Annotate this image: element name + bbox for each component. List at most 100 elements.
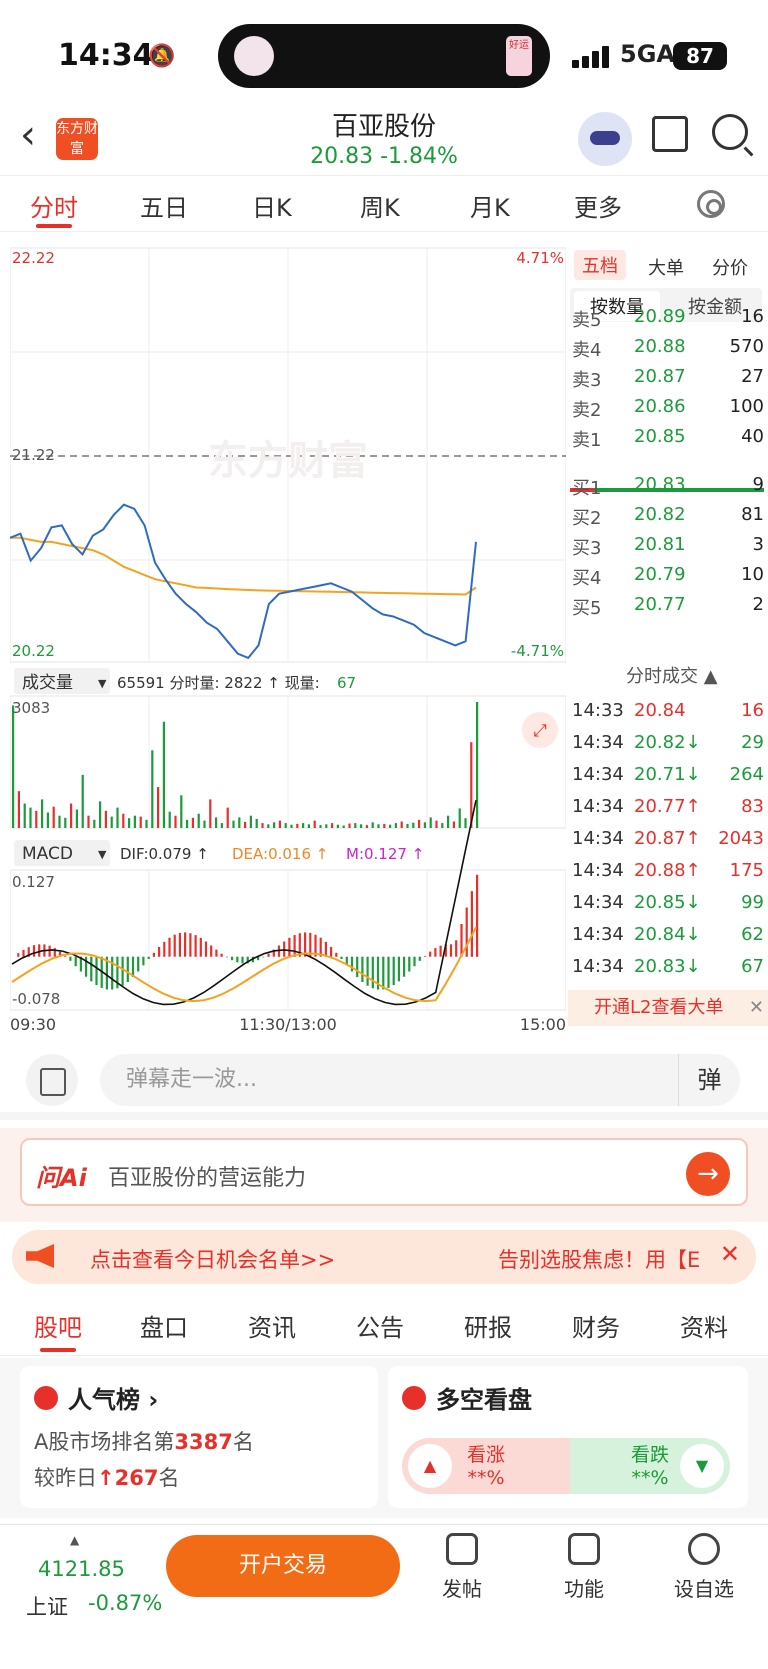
volume-bar: [157, 787, 160, 828]
volume-bar: [215, 817, 218, 828]
tab-weekly-k[interactable]: 周K: [360, 188, 400, 223]
macd-bar: [64, 955, 67, 957]
ticks-title[interactable]: 分时成交 ▲: [626, 662, 718, 688]
vote-up-button[interactable]: 看涨 **% ▲: [402, 1438, 570, 1494]
tab-profile[interactable]: 资料: [680, 1308, 728, 1343]
ai-question: 百亚股份的营运能力: [108, 1166, 307, 1191]
tab-five-day[interactable]: 五日: [140, 188, 188, 223]
tick-price: 20.88↑: [634, 860, 701, 881]
sell-level-row[interactable]: 卖5 20.89 16: [572, 306, 764, 334]
close-icon[interactable]: ✕: [749, 990, 764, 1026]
bull-bear-card: 多空看盘 看涨 **% ▲ 看跌 **% ▼: [388, 1366, 748, 1508]
tab-forum[interactable]: 股吧: [34, 1308, 82, 1343]
level-price: 20.83: [634, 474, 686, 495]
danmu-input[interactable]: 弹幕走一波... 弹: [100, 1054, 740, 1106]
macd-bar: [241, 956, 244, 964]
watchlist-button[interactable]: 设自选: [664, 1533, 744, 1602]
tab-more[interactable]: 更多: [574, 188, 622, 223]
danmu-settings-icon[interactable]: [26, 1054, 78, 1106]
volume-bar: [29, 807, 32, 828]
share-icon[interactable]: [652, 116, 688, 152]
price-panel: 东方财富 22.22 21.22 20.22 4.71% -4.71%: [9, 247, 567, 663]
tab-big-orders[interactable]: 大单: [648, 254, 684, 280]
pct-low-label: -4.71%: [511, 642, 564, 660]
triangle-down-icon: ▼: [680, 1444, 724, 1488]
macd-bar: [142, 956, 145, 966]
tick-volume: 175: [729, 860, 764, 881]
tab-intraday[interactable]: 分时: [30, 188, 78, 223]
open-account-button[interactable]: 开户交易: [166, 1535, 400, 1597]
active-tab-indicator: [36, 224, 72, 228]
current-volume: 67: [337, 674, 356, 692]
volume-bar: [302, 823, 305, 828]
volume-bar: [87, 815, 90, 828]
average-price-line: [10, 536, 477, 596]
volume-bar: [17, 791, 20, 828]
svg-text:▼: ▼: [98, 677, 107, 690]
level-volume: 3: [752, 534, 764, 555]
tick-volume: 16: [741, 700, 764, 721]
promo-right-text[interactable]: 告别选股焦虑！用【E: [498, 1244, 708, 1274]
arrow-right-icon[interactable]: →: [686, 1152, 730, 1196]
l2-upgrade-banner[interactable]: 开通L2查看大单 ✕: [568, 990, 768, 1026]
buy-level-row[interactable]: 买3 20.81 3: [572, 534, 764, 562]
robot-assistant-icon[interactable]: [578, 112, 632, 166]
volume-bar: [261, 823, 264, 828]
dynamic-island: 好运: [218, 24, 550, 88]
sell-level-row[interactable]: 卖1 20.85 40: [572, 426, 764, 454]
tab-daily-k[interactable]: 日K: [252, 188, 292, 223]
macd-bar: [429, 951, 432, 957]
macd-bar: [74, 956, 77, 967]
macd-bar: [397, 956, 400, 982]
volume-bar: [273, 822, 276, 828]
buy-level-row[interactable]: 买2 20.82 81: [572, 504, 764, 532]
macd-bar: [163, 941, 166, 957]
sell-level-row[interactable]: 卖2 20.86 100: [572, 396, 764, 424]
macd-bar: [111, 956, 114, 990]
volume-bar: [238, 817, 241, 828]
bull-bear-title: 多空看盘: [436, 1386, 532, 1414]
volume-bar: [313, 820, 316, 828]
tab-monthly-k[interactable]: 月K: [470, 188, 510, 223]
buy-level-row[interactable]: 买5 20.77 2: [572, 594, 764, 622]
function-button[interactable]: 功能: [544, 1533, 624, 1602]
ai-ask-section: 问Ai 百亚股份的营运能力 →: [0, 1128, 768, 1222]
tab-announcements[interactable]: 公告: [356, 1308, 404, 1343]
close-icon[interactable]: ✕: [720, 1240, 740, 1268]
network-label: 5GA: [620, 40, 675, 68]
tick-price: 20.82↓: [634, 732, 701, 753]
macd-bar: [38, 944, 41, 957]
tab-research[interactable]: 研报: [464, 1308, 512, 1343]
tab-five-levels[interactable]: 五档: [574, 250, 626, 280]
tab-handicap[interactable]: 盘口: [140, 1308, 188, 1343]
ai-question-box[interactable]: 问Ai 百亚股份的营运能力 →: [20, 1138, 748, 1206]
tab-finance[interactable]: 财务: [572, 1308, 620, 1343]
volume-bar: [371, 822, 374, 828]
intraday-chart[interactable]: 东方财富 22.22 21.22 20.22 4.71% -4.71% 成交量 …: [9, 246, 567, 1036]
tab-price-dist[interactable]: 分价: [712, 254, 748, 280]
macd-bar: [330, 947, 333, 957]
sell-level-row[interactable]: 卖4 20.88 570: [572, 336, 764, 364]
search-icon[interactable]: [712, 114, 748, 150]
sell-level-row[interactable]: 卖3 20.87 27: [572, 366, 764, 394]
danmu-toggle-button[interactable]: 弹: [678, 1054, 740, 1106]
vote-down-button[interactable]: 看跌 **% ▼: [570, 1438, 730, 1494]
level-volume: 570: [729, 336, 764, 357]
price-low-label: 20.22: [12, 642, 55, 660]
promo-banner[interactable]: 点击查看今日机会名单>> 告别选股焦虑！用【E ✕: [12, 1230, 756, 1284]
tab-news[interactable]: 资讯: [248, 1308, 296, 1343]
buy-level-row[interactable]: 买4 20.79 10: [572, 564, 764, 592]
gear-icon[interactable]: [697, 190, 725, 218]
volume-bar: [267, 824, 270, 828]
tick-time: 14:34: [572, 732, 624, 753]
popularity-card[interactable]: 人气榜 › A股市场排名第3387名 较昨日↑267名: [20, 1366, 378, 1508]
volume-bar: [412, 822, 415, 828]
buy-level-row[interactable]: 买1 20.83 9: [572, 474, 764, 502]
volume-bar: [464, 818, 467, 828]
level-volume: 9: [752, 474, 764, 495]
macd-bar: [418, 956, 421, 961]
post-button[interactable]: 发帖: [422, 1533, 502, 1602]
volume-bar: [180, 795, 183, 828]
tick-row: 14:34 20.88↑ 175: [572, 860, 764, 888]
promo-left-text[interactable]: 点击查看今日机会名单>>: [90, 1244, 335, 1274]
